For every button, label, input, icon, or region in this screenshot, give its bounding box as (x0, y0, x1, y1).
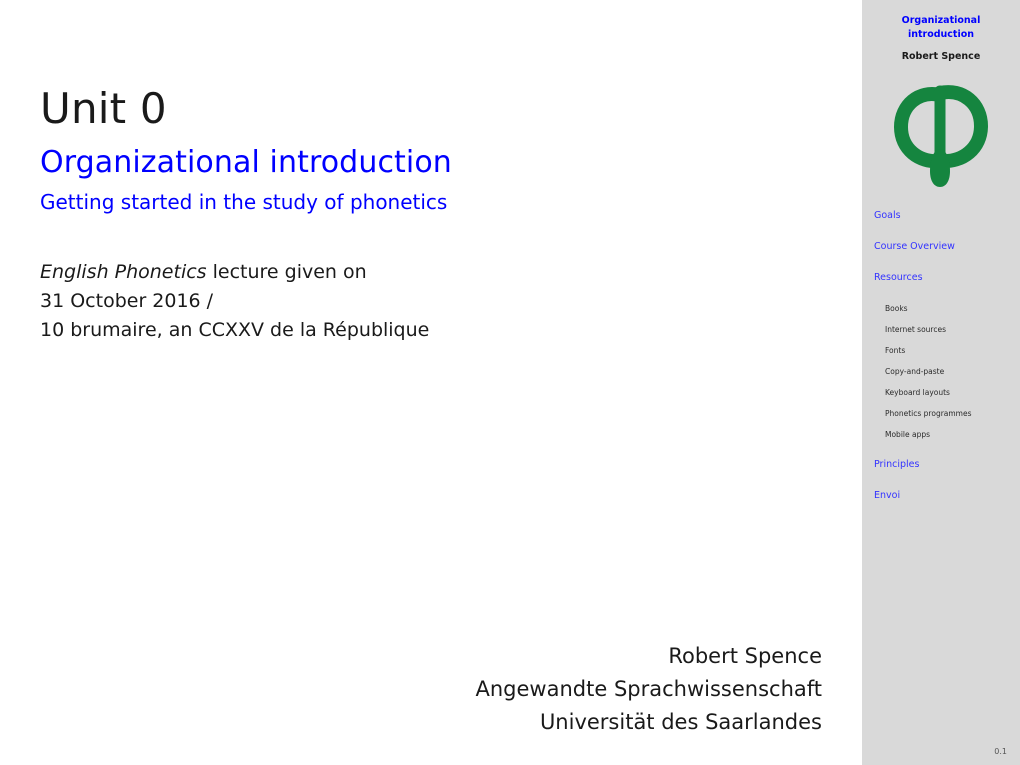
slide-main-content: Unit 0 Organizational introduction Getti… (0, 0, 862, 765)
author-name: Robert Spence (668, 644, 822, 668)
sidebar-header-title: Organizational introduction (901, 15, 981, 40)
sidebar-header: Organizational introduction Robert Spenc… (862, 0, 1020, 64)
lecture-republican-date: 10 brumaire, an CCXXV de la République (40, 319, 430, 341)
toc-subitem-copy-and-paste[interactable]: Copy-and-paste (874, 366, 1020, 377)
toc-item-goals[interactable]: Goals (874, 210, 1020, 222)
toc-item-envoi[interactable]: Envoi (874, 490, 1020, 502)
lecture-date: 31 October 2016 / (40, 290, 214, 312)
author-institution: Universität des Saarlandes (539, 710, 822, 734)
toc-item-resources[interactable]: Resources (874, 272, 1020, 284)
sidebar-header-author: Robert Spence (901, 51, 981, 62)
toc-item-principles[interactable]: Principles (874, 459, 1020, 471)
lecture-info-block: English Phonetics lecture given on 31 Oc… (40, 258, 830, 345)
toc-subitem-mobile-apps[interactable]: Mobile apps (874, 429, 1020, 440)
table-of-contents: Goals Course Overview Resources Books In… (862, 210, 1020, 502)
sidebar: Organizational introduction Robert Spenc… (862, 0, 1020, 765)
author-block: Robert Spence Angewandte Sprachwissensch… (122, 640, 823, 739)
toc-subitem-phonetics-programmes[interactable]: Phonetics programmes (874, 408, 1020, 419)
presentation-slide: Unit 0 Organizational introduction Getti… (0, 0, 1020, 765)
toc-sublist-resources: Books Internet sources Fonts Copy-and-pa… (874, 303, 1020, 440)
phi-logo (862, 78, 1020, 194)
toc-subitem-internet-sources[interactable]: Internet sources (874, 324, 1020, 335)
toc-item-course-overview[interactable]: Course Overview (874, 241, 1020, 253)
lecture-given-on: lecture given on (206, 261, 367, 283)
greek-phi-logo-icon (893, 85, 989, 187)
slide-title: Organizational introduction (40, 145, 452, 180)
toc-subitem-books[interactable]: Books (874, 303, 1020, 314)
lecture-line-1: English Phonetics lecture given on (40, 258, 830, 287)
page-number: 0.1 (994, 747, 1007, 756)
unit-title: Unit 0 (40, 84, 167, 133)
author-department: Angewandte Sprachwissenschaft (475, 677, 823, 701)
toc-subitem-fonts[interactable]: Fonts (874, 345, 1020, 356)
slide-subtitle: Getting started in the study of phonetic… (40, 190, 448, 214)
course-name: English Phonetics (40, 261, 207, 283)
title-block: Unit 0 Organizational introduction Getti… (40, 84, 830, 217)
toc-subitem-keyboard-layouts[interactable]: Keyboard layouts (874, 387, 1020, 398)
